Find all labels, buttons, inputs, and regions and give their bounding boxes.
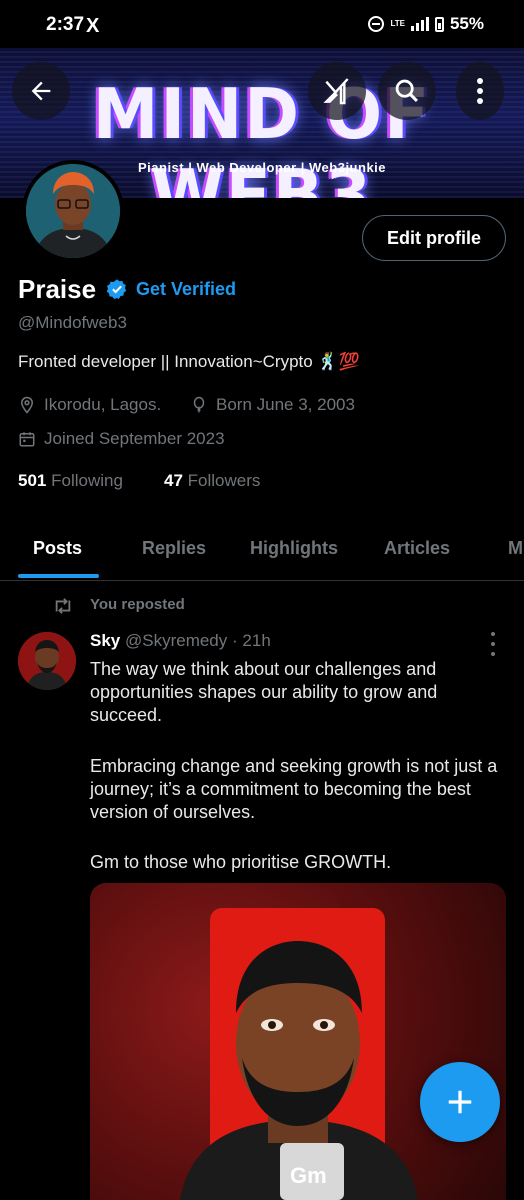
tab-posts[interactable]: Posts (33, 538, 82, 559)
battery-percent: 55% (449, 14, 484, 33)
profile-handle: @Mindofweb3 (18, 313, 127, 332)
joined-text: Joined September 2023 (44, 429, 225, 448)
active-tab-indicator (18, 574, 99, 578)
repost-icon (55, 598, 71, 614)
tab-articles[interactable]: Articles (384, 538, 450, 559)
grok-icon (323, 78, 349, 105)
tab-more[interactable]: M (508, 538, 523, 559)
post-paragraph: Gm to those who prioritise GROWTH. (90, 852, 392, 872)
do-not-disturb-icon (368, 16, 385, 32)
profile-location: Ikorodu, Lagos. (18, 395, 161, 415)
battery-icon (434, 16, 444, 32)
status-indicators: LTE 55% (368, 14, 484, 34)
plus-icon (448, 1090, 472, 1114)
back-button[interactable] (12, 62, 70, 120)
more-options-button[interactable] (456, 62, 504, 120)
balloon-icon (193, 396, 205, 413)
profile-name: Praise (18, 274, 97, 304)
status-time: 2:37 (46, 14, 85, 35)
dot-icon (491, 632, 495, 636)
post-author-handle[interactable]: @Skyremedy (125, 631, 227, 650)
search-icon (395, 79, 418, 102)
followers-count: 47 (164, 471, 183, 490)
status-bar: 2:37 X LTE 55% (0, 0, 524, 48)
dot-icon (491, 652, 495, 656)
profile-joined: Joined September 2023 (18, 429, 225, 449)
profile-avatar[interactable] (22, 160, 124, 262)
tab-highlights[interactable]: Highlights (250, 538, 338, 559)
signal-icon (410, 17, 429, 31)
following-link[interactable]: 501 Following (18, 471, 123, 491)
post-paragraph: Embracing change and seeking growth is n… (90, 756, 498, 822)
post-paragraph: The way we think about our challenges an… (90, 659, 438, 725)
compose-post-button[interactable] (420, 1062, 500, 1142)
post-author-avatar[interactable] (18, 632, 76, 690)
x-notification-icon: X (86, 15, 100, 37)
avatar-illustration (26, 164, 120, 258)
location-pin-icon (20, 396, 34, 414)
verified-badge-icon (106, 279, 127, 300)
profile-bio: Fronted developer || Innovation~Crypto 🕺… (18, 352, 360, 371)
profile-tabs: Posts Replies Highlights Articles M (0, 522, 524, 581)
post-author-name[interactable]: Sky (90, 631, 120, 650)
edit-profile-button[interactable]: Edit profile (362, 215, 506, 261)
vertical-dots-icon (477, 78, 483, 104)
get-verified-link[interactable]: Get Verified (136, 279, 236, 300)
post-image[interactable]: Gm (90, 883, 506, 1200)
post-timestamp[interactable]: 21h (242, 631, 270, 650)
post-avatar-illustration (18, 632, 76, 690)
location-text: Ikorodu, Lagos. (44, 395, 162, 414)
post-image-illustration: Gm (180, 908, 418, 1200)
followers-label: Followers (187, 471, 261, 490)
dot-icon (491, 642, 495, 646)
tab-replies[interactable]: Replies (142, 538, 206, 559)
post-header: Sky @Skyremedy · 21h (90, 631, 271, 651)
post-separator: · (232, 631, 238, 650)
grok-button[interactable] (308, 62, 366, 120)
followers-link[interactable]: 47 Followers (164, 471, 260, 491)
post-image-caption: Gm (290, 1163, 327, 1188)
profile-birthday: Born June 3, 2003 (190, 395, 355, 415)
following-label: Following (51, 471, 123, 490)
following-count: 501 (18, 471, 47, 490)
arrow-left-icon (31, 81, 51, 101)
repost-label: You reposted (90, 596, 185, 613)
post-more-button[interactable] (486, 632, 500, 656)
network-type-icon: LTE (390, 19, 405, 28)
search-button[interactable] (378, 62, 436, 120)
calendar-icon (19, 432, 35, 447)
birthday-text: Born June 3, 2003 (216, 395, 355, 414)
